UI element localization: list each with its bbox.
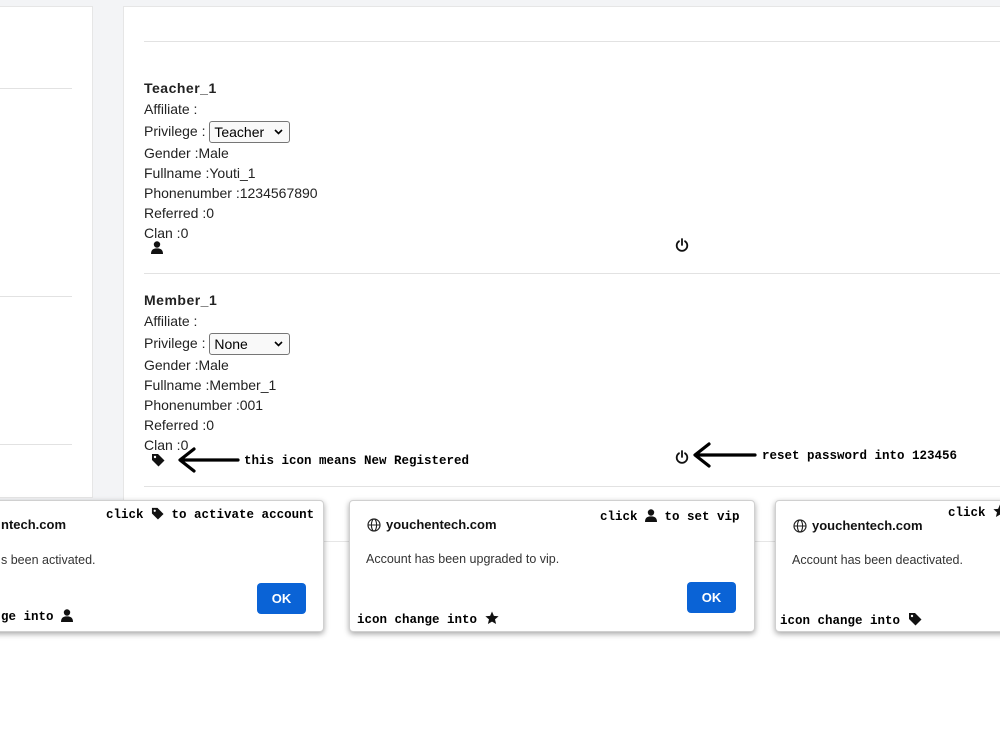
chevron-down-icon xyxy=(274,334,283,361)
note-text: icon change into xyxy=(357,613,478,627)
phonenumber-field: Phonenumber :1234567890 xyxy=(144,185,318,201)
username: Teacher_1 xyxy=(144,80,217,96)
tag-icon xyxy=(908,613,922,626)
globe-icon xyxy=(367,518,381,537)
row-divider xyxy=(144,273,1000,274)
dialog-site: youchentech.com xyxy=(812,518,923,533)
dialog-message: Account has been upgraded to vip. xyxy=(366,552,560,566)
note-text: to activate account xyxy=(171,508,315,522)
star-icon xyxy=(993,504,1000,517)
privilege-label: Privilege : xyxy=(144,335,206,351)
dialog-note: click to activate account xyxy=(106,507,314,522)
gender-field: Gender :Male xyxy=(144,145,229,161)
note-text: to set vip xyxy=(664,510,740,524)
ok-button[interactable]: OK xyxy=(687,582,736,613)
alert-dialog-deactivated: youchentech.com click Account has been d… xyxy=(775,500,1000,632)
dialog-note: click to set vip xyxy=(600,509,740,524)
privilege-row: Privilege : Teacher xyxy=(144,120,744,144)
sidebar-panel xyxy=(0,6,93,498)
sidebar-divider xyxy=(0,296,72,297)
arrow-left-icon xyxy=(176,446,240,479)
referred-field: Referred :0 xyxy=(144,417,215,433)
tag-icon[interactable] xyxy=(151,453,165,472)
globe-icon xyxy=(793,519,807,538)
sidebar-divider xyxy=(0,88,72,89)
user-card-teacher: Teacher_1 Affiliate : Privilege : Teache… xyxy=(144,80,744,243)
dialog-change-note: ge into xyxy=(1,609,74,624)
tag-icon xyxy=(151,507,164,520)
privilege-selected-value: None xyxy=(214,336,248,353)
fullname-field: Fullname :Member_1 xyxy=(144,377,277,393)
dialog-change-note: icon change into xyxy=(357,611,499,627)
username: Member_1 xyxy=(144,292,218,308)
note-text: click xyxy=(600,510,638,524)
chevron-down-icon xyxy=(274,122,283,149)
affiliate-field: Affiliate : xyxy=(144,101,198,117)
user-card-member: Member_1 Affiliate : Privilege : None Ge… xyxy=(144,292,744,455)
power-icon[interactable] xyxy=(675,450,689,469)
referred-field: Referred :0 xyxy=(144,205,215,221)
dialog-note: click xyxy=(948,504,1000,520)
row-divider xyxy=(144,486,1000,487)
dialog-site: youchentech.com xyxy=(386,517,497,532)
user-icon[interactable] xyxy=(151,241,163,259)
privilege-label: Privilege : xyxy=(144,123,206,139)
note-text: click xyxy=(106,508,144,522)
affiliate-field: Affiliate : xyxy=(144,313,198,329)
sidebar-divider xyxy=(0,444,72,445)
privilege-selected-value: Teacher xyxy=(214,124,265,141)
power-icon[interactable] xyxy=(675,238,689,257)
star-icon xyxy=(484,611,499,624)
user-icon xyxy=(61,609,74,622)
note-text: ge into xyxy=(1,610,54,624)
privilege-select[interactable]: None xyxy=(209,333,291,356)
dialog-message: Account has been deactivated. xyxy=(792,553,963,567)
dialog-change-note: icon change into xyxy=(780,612,922,628)
fullname-field: Fullname :Youti_1 xyxy=(144,165,256,181)
privilege-row: Privilege : None xyxy=(144,332,744,356)
ok-button[interactable]: OK xyxy=(257,583,306,614)
clan-field: Clan :0 xyxy=(144,225,189,241)
note-text: icon change into xyxy=(780,614,901,628)
header-divider xyxy=(144,41,1000,42)
alert-dialog-vip: youchentech.com click to set vip Account… xyxy=(349,500,755,632)
annotation-reset-password: reset password into 123456 xyxy=(762,449,958,463)
dialog-message: s been activated. xyxy=(1,553,96,567)
arrow-left-icon xyxy=(691,441,757,474)
alert-dialog-activated: ntech.com click to activate account s be… xyxy=(0,500,324,632)
dialog-site: ntech.com xyxy=(1,517,67,532)
note-text: click xyxy=(948,506,986,520)
user-icon xyxy=(645,509,658,522)
gender-field: Gender :Male xyxy=(144,357,229,373)
phonenumber-field: Phonenumber :001 xyxy=(144,397,264,413)
annotation-new-registered: this icon means New Registered xyxy=(244,454,470,468)
privilege-select[interactable]: Teacher xyxy=(209,121,291,144)
